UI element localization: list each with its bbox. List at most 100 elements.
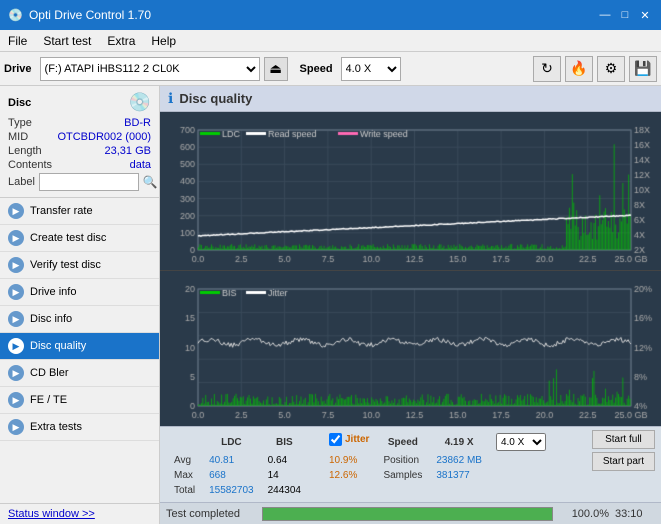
disc-type-label: Type: [8, 117, 32, 129]
create-test-disc-icon: ▶: [8, 230, 24, 246]
disc-info-icon: ▶: [8, 311, 24, 327]
drive-select[interactable]: (F:) ATAPI iHBS112 2 CL0K: [40, 57, 260, 81]
sidebar-menu: ▶ Transfer rate ▶ Create test disc ▶ Ver…: [0, 198, 159, 503]
burn-button[interactable]: 🔥: [565, 56, 593, 82]
save-button[interactable]: 💾: [629, 56, 657, 82]
menu-file[interactable]: File: [0, 32, 35, 50]
titlebar: 💿 Opti Drive Control 1.70 — □ ✕: [0, 0, 661, 30]
jitter-checkbox[interactable]: [329, 433, 342, 446]
maximize-button[interactable]: □: [617, 7, 633, 23]
disc-mid-value: OTCBDR002 (000): [57, 131, 151, 143]
sidebar-item-drive-info[interactable]: ▶ Drive info: [0, 279, 159, 306]
disc-mid-label: MID: [8, 131, 28, 143]
max-empty: [309, 469, 321, 482]
menu-help[interactable]: Help: [143, 32, 184, 50]
total-ldc: 15582703: [203, 484, 260, 497]
total-label: Total: [168, 484, 201, 497]
eject-button[interactable]: ⏏: [264, 57, 288, 81]
speed-select[interactable]: 4.0 X: [341, 57, 401, 81]
sidebar-item-disc-quality[interactable]: ▶ Disc quality: [0, 333, 159, 360]
speed-value: 4.19 X: [430, 432, 488, 452]
label-edit-icon[interactable]: 🔍: [143, 175, 158, 189]
ldc-header: [168, 432, 201, 452]
settings-button[interactable]: ⚙: [597, 56, 625, 82]
start-part-button[interactable]: Start part: [592, 452, 655, 471]
titlebar-controls: — □ ✕: [597, 7, 653, 23]
max-label: Max: [168, 469, 201, 482]
disc-type-row: Type BD-R: [8, 117, 151, 129]
main-layout: Disc 💿 Type BD-R MID OTCBDR002 (000) Len…: [0, 86, 661, 524]
menubar: File Start test Extra Help: [0, 30, 661, 52]
disc-length-label: Length: [8, 145, 42, 157]
sidebar-item-verify-test-disc[interactable]: ▶ Verify test disc: [0, 252, 159, 279]
sidebar-item-transfer-rate[interactable]: ▶ Transfer rate: [0, 198, 159, 225]
disc-icon: 💿: [129, 92, 151, 113]
progress-time: 33:10: [615, 508, 655, 520]
avg-jitter: 10.9%: [323, 454, 375, 467]
sidebar-item-disc-info[interactable]: ▶ Disc info: [0, 306, 159, 333]
samples-value: 381377: [430, 469, 488, 482]
sidebar-item-create-test-disc[interactable]: ▶ Create test disc: [0, 225, 159, 252]
start-full-button[interactable]: Start full: [592, 430, 655, 449]
menu-extra[interactable]: Extra: [99, 32, 143, 50]
upper-chart-canvas: [160, 112, 661, 270]
samples-label: Samples: [377, 469, 428, 482]
jitter-header-cell: Jitter: [323, 432, 375, 447]
titlebar-title: 💿 Opti Drive Control 1.70: [8, 8, 151, 22]
sidebar-item-extra-tests[interactable]: ▶ Extra tests: [0, 414, 159, 441]
cd-bler-icon: ▶: [8, 365, 24, 381]
app-icon: 💿: [8, 8, 23, 22]
position-label: Position: [377, 454, 428, 467]
start-buttons: Start full Start part: [592, 430, 655, 471]
speed-unit-select-cell: 4.0 X: [490, 432, 552, 452]
progress-bar-container: Test completed 100.0% 33:10: [160, 502, 661, 524]
position-value: 23862 MB: [430, 454, 488, 467]
extra-tests-icon: ▶: [8, 419, 24, 435]
sidebar-item-cd-bler[interactable]: ▶ CD Bler: [0, 360, 159, 387]
speed-unit-select[interactable]: 4.0 X: [496, 433, 546, 451]
sidebar-item-label: CD Bler: [30, 367, 69, 379]
transfer-rate-icon: ▶: [8, 203, 24, 219]
drive-label: Drive: [4, 63, 32, 75]
menu-start-test[interactable]: Start test: [35, 32, 99, 50]
disc-label-label: Label: [8, 176, 35, 188]
progress-bar-outer: [262, 507, 553, 521]
chart-header: ℹ Disc quality: [160, 86, 661, 112]
progress-bar-inner: [263, 508, 552, 520]
verify-test-disc-icon: ▶: [8, 257, 24, 273]
avg-ldc: 40.81: [203, 454, 260, 467]
sidebar-item-label: Verify test disc: [30, 259, 101, 271]
disc-type-value: BD-R: [124, 117, 151, 129]
chart-header-icon: ℹ: [168, 90, 173, 107]
jitter-col-header: Jitter: [345, 434, 369, 445]
ldc-col-header: LDC: [203, 432, 260, 452]
disc-section: Disc 💿 Type BD-R MID OTCBDR002 (000) Len…: [0, 86, 159, 198]
fe-te-icon: ▶: [8, 392, 24, 408]
disc-contents-label: Contents: [8, 159, 52, 171]
total-bis: 244304: [262, 484, 307, 497]
lower-chart: [160, 271, 661, 426]
content-area: ℹ Disc quality LDC BIS: [160, 86, 661, 524]
upper-chart: [160, 112, 661, 271]
disc-contents-value: data: [130, 159, 151, 171]
close-button[interactable]: ✕: [637, 7, 653, 23]
minimize-button[interactable]: —: [597, 7, 613, 23]
disc-mid-row: MID OTCBDR002 (000): [8, 131, 151, 143]
avg-empty: [309, 454, 321, 467]
avg-label: Avg: [168, 454, 201, 467]
disc-header: Disc 💿: [8, 92, 151, 113]
status-section: Status window >>: [0, 503, 159, 524]
avg-bis: 0.64: [262, 454, 307, 467]
lower-chart-canvas: [160, 271, 661, 426]
refresh-button[interactable]: ↻: [533, 56, 561, 82]
speed-label: Speed: [300, 63, 333, 75]
disc-label-input[interactable]: [39, 173, 139, 191]
sidebar-item-label: Disc info: [30, 313, 72, 325]
disc-contents-row: Contents data: [8, 159, 151, 171]
disc-length-value: 23,31 GB: [105, 145, 151, 157]
status-window-button[interactable]: Status window >>: [8, 508, 95, 520]
disc-length-row: Length 23,31 GB: [8, 145, 151, 157]
empty-col: [309, 432, 321, 452]
sidebar-item-label: Extra tests: [30, 421, 82, 433]
sidebar-item-fe-te[interactable]: ▶ FE / TE: [0, 387, 159, 414]
